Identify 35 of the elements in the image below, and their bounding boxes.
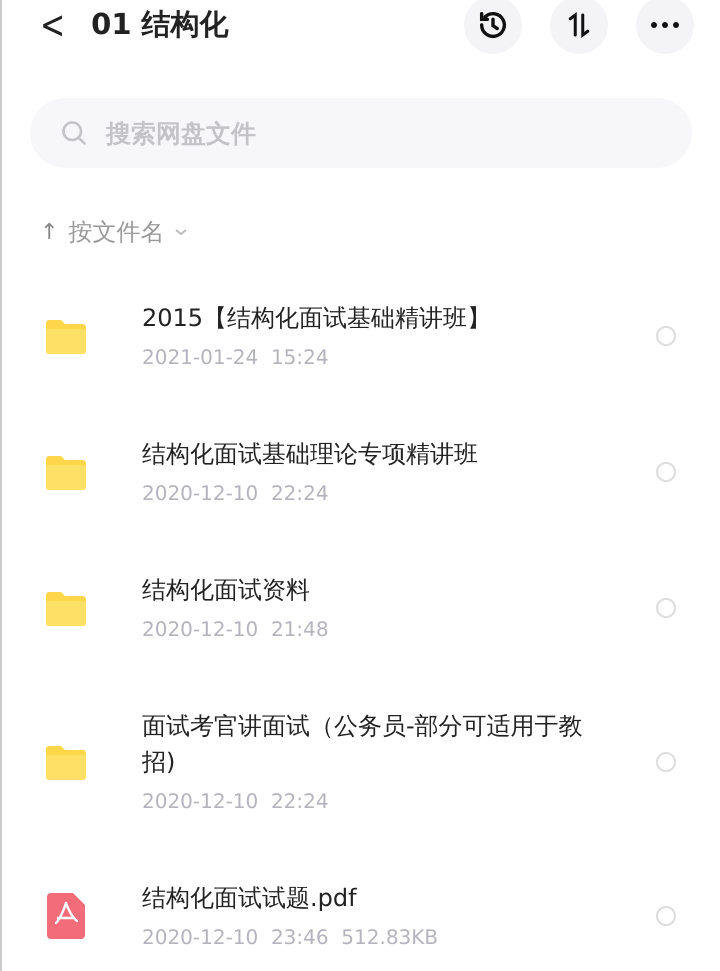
folder-icon [44,453,88,491]
sort-button[interactable] [550,0,608,54]
file-row[interactable]: 结构化面试资料 2020-12-10 21:48 [2,540,720,676]
history-button[interactable] [464,0,522,54]
file-name: 结构化面试基础理论专项精讲班 [142,439,479,470]
file-name: 2015【结构化面试基础精讲班】 [142,303,492,334]
file-meta: 2020-12-10 21:48 [142,616,330,643]
more-button[interactable] [636,0,694,54]
up-arrow-icon: ↑ [40,220,58,244]
select-radio[interactable] [656,326,676,346]
file-name: 结构化面试资料 [142,575,311,606]
sort-order-button[interactable]: ↑ 按文件名 [40,212,188,252]
file-row[interactable]: 结构化面试基础理论专项精讲班 2020-12-10 22:24 [2,404,720,540]
folder-icon [44,589,88,627]
select-radio[interactable] [656,906,676,926]
chevron-down-icon [174,227,188,237]
more-icon [650,21,680,29]
file-meta: 2020-12-10 22:24 [142,788,330,815]
file-meta: 2020-12-10 22:24 [142,480,330,507]
select-radio[interactable] [656,598,676,618]
select-radio[interactable] [656,752,676,772]
folder-icon [44,317,88,355]
file-row[interactable]: 2015【结构化面试基础精讲班】 2021-01-24 15:24 [2,268,720,404]
folder-icon [44,743,88,781]
file-row[interactable]: 结构化面试试题.pdf 2020-12-10 23:46 512.83KB [2,848,720,971]
window-title: 01 结构化 [91,6,230,43]
search-icon [60,119,88,147]
pdf-file-icon [47,893,85,939]
file-name: 结构化面试试题.pdf [142,883,358,914]
select-radio[interactable] [656,462,676,482]
file-row[interactable]: 面试考官讲面试（公务员-部分可适用于教招) 2020-12-10 22:24 [2,676,720,848]
back-button[interactable]: < [36,2,70,48]
file-name: 面试考官讲面试（公务员-部分可适用于教招) [142,711,584,778]
file-meta: 2021-01-24 15:24 [142,344,330,371]
file-meta: 2020-12-10 23:46 512.83KB [142,924,440,951]
